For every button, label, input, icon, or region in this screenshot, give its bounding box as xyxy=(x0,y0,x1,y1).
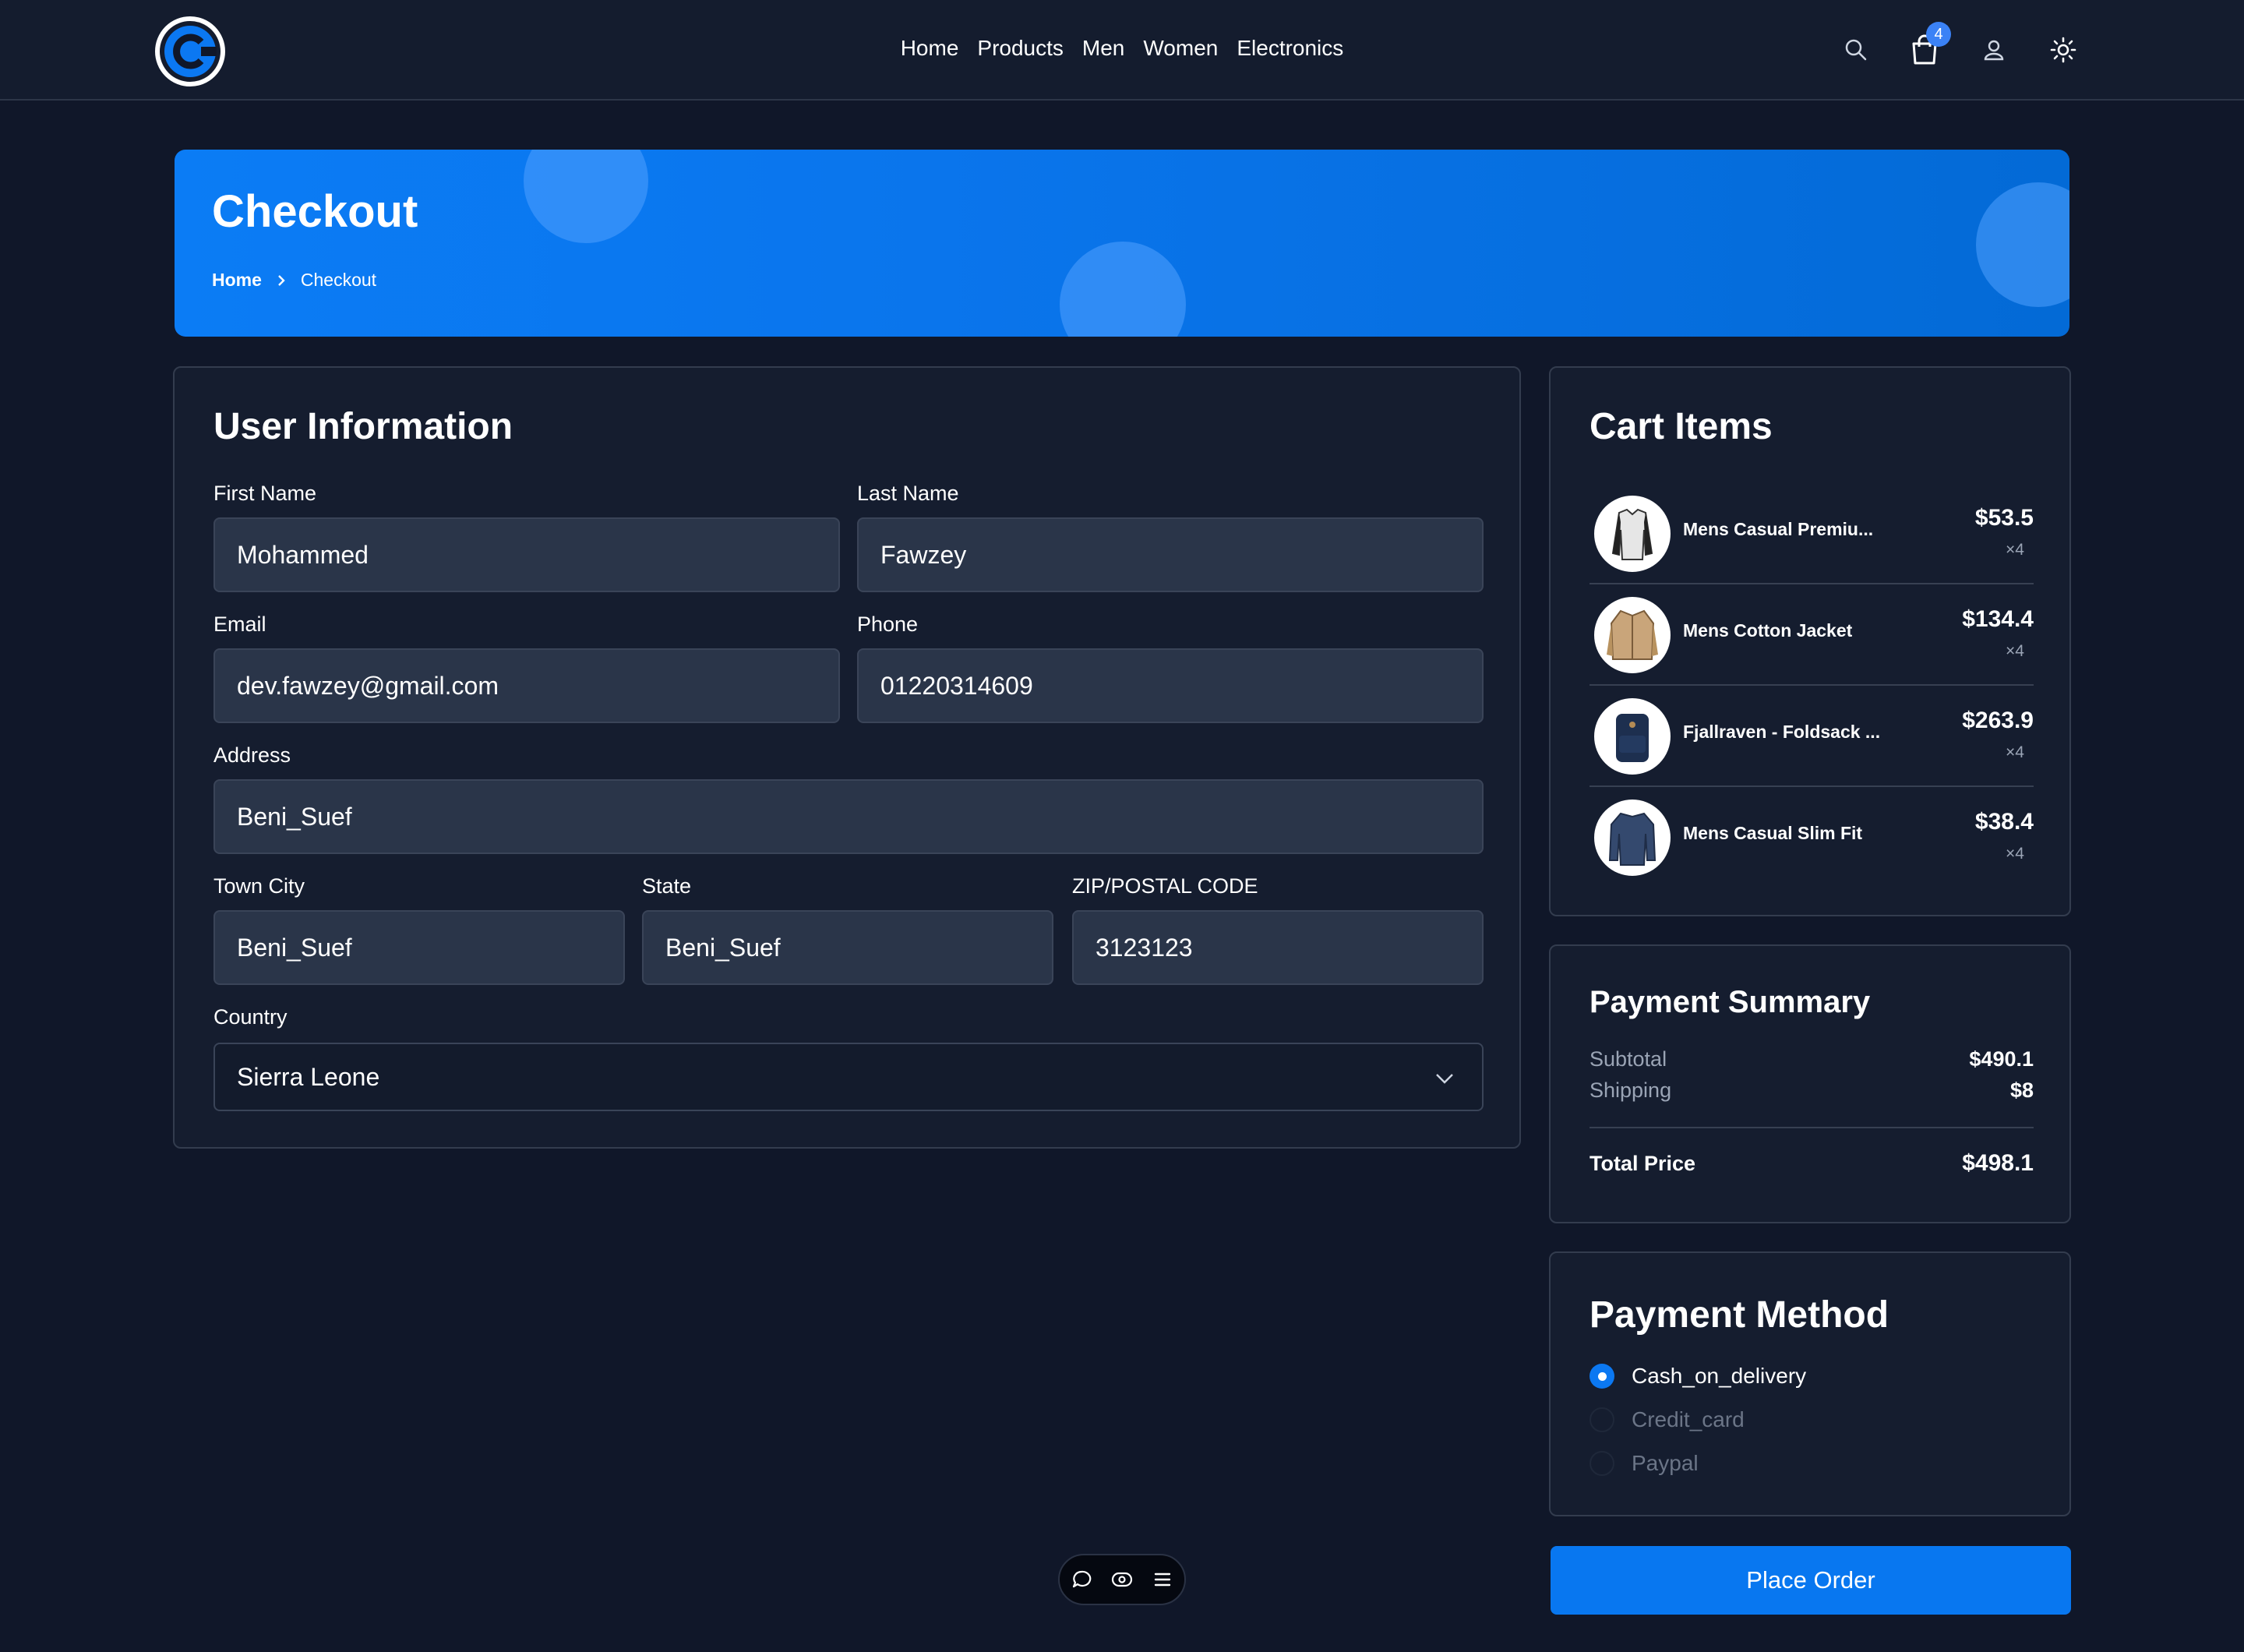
first-name-label: First Name xyxy=(213,482,317,505)
item-name: Mens Casual Premiu... xyxy=(1683,519,1874,539)
zip-input[interactable] xyxy=(1072,910,1484,985)
item-name: Mens Cotton Jacket xyxy=(1683,620,1853,641)
payment-option-paypal[interactable]: Paypal xyxy=(1590,1448,1699,1479)
place-order-button[interactable]: Place Order xyxy=(1551,1546,2071,1615)
item-price: $134.4 xyxy=(1962,606,2034,632)
total-value: $498.1 xyxy=(1962,1150,2034,1176)
section-title: User Information xyxy=(213,406,513,447)
email-label: Email xyxy=(213,612,266,636)
nav-home[interactable]: Home xyxy=(901,31,959,65)
section-title: Cart Items xyxy=(1590,406,1773,447)
breadcrumb: Home Checkout xyxy=(212,270,376,291)
search-icon[interactable] xyxy=(1837,31,1875,69)
payment-option-credit-card[interactable]: Credit_card xyxy=(1590,1404,1745,1435)
menu-icon[interactable] xyxy=(1151,1568,1174,1591)
item-quantity: ×4 xyxy=(2006,743,2024,761)
radio-icon[interactable] xyxy=(1590,1451,1614,1476)
nav-men[interactable]: Men xyxy=(1082,31,1124,65)
section-title: Payment Summary xyxy=(1590,985,1871,1019)
nav-women[interactable]: Women xyxy=(1143,31,1218,65)
chevron-down-icon xyxy=(1436,1074,1453,1084)
chat-icon[interactable] xyxy=(1070,1568,1093,1591)
country-select[interactable]: Sierra Leone xyxy=(213,1043,1484,1111)
item-name: Mens Casual Slim Fit xyxy=(1683,823,1863,843)
option-label: Credit_card xyxy=(1632,1407,1745,1431)
page-title: Checkout xyxy=(212,186,418,237)
nav-electronics[interactable]: Electronics xyxy=(1237,31,1343,65)
user-icon[interactable] xyxy=(1975,31,2013,69)
eye-icon[interactable] xyxy=(1110,1568,1134,1591)
sun-icon[interactable] xyxy=(2045,31,2082,69)
address-label: Address xyxy=(213,743,291,767)
address-input[interactable] xyxy=(213,779,1484,854)
town-city-label: Town City xyxy=(213,874,305,898)
floating-toolbar xyxy=(1058,1554,1186,1605)
last-name-label: Last Name xyxy=(857,482,959,505)
product-thumbnail xyxy=(1594,800,1671,876)
cart-item[interactable]: Mens Casual Premiu... $53.5 ×4 xyxy=(1590,483,2034,584)
divider xyxy=(1590,1127,2034,1128)
subtotal-label: Subtotal xyxy=(1590,1047,1667,1071)
subtotal-value: $490.1 xyxy=(1969,1047,2034,1071)
state-label: State xyxy=(642,874,692,898)
shipping-row: Shipping $8 xyxy=(1590,1078,2034,1103)
top-navbar: Home Products Men Women Electronics 4 xyxy=(0,0,2244,101)
phone-label: Phone xyxy=(857,612,919,636)
first-name-input[interactable] xyxy=(213,517,840,592)
option-label: Cash_on_delivery xyxy=(1632,1364,1807,1388)
checkout-banner: Checkout Home Checkout xyxy=(175,150,2069,337)
country-value: Sierra Leone xyxy=(237,1063,380,1091)
phone-input[interactable] xyxy=(857,648,1484,723)
breadcrumb-current: Checkout xyxy=(300,270,377,290)
decor-bubble xyxy=(524,150,648,243)
town-city-input[interactable] xyxy=(213,910,625,985)
product-thumbnail xyxy=(1594,496,1671,572)
shipping-value: $8 xyxy=(2009,1078,2034,1102)
item-price: $263.9 xyxy=(1962,708,2034,733)
decor-bubble xyxy=(1060,242,1186,337)
payment-summary-card: Payment Summary Subtotal $490.1 Shipping… xyxy=(1549,944,2071,1223)
user-information-card: User Information First Name Last Name Em… xyxy=(173,366,1521,1149)
item-quantity: ×4 xyxy=(2006,541,2024,559)
breadcrumb-home[interactable]: Home xyxy=(212,270,262,291)
nav-products[interactable]: Products xyxy=(977,31,1064,65)
email-input[interactable] xyxy=(213,648,840,723)
shipping-label: Shipping xyxy=(1590,1078,1672,1102)
product-thumbnail xyxy=(1594,698,1671,775)
cart-items-card: Cart Items Mens Casual Premiu... $53.5 ×… xyxy=(1549,366,2071,916)
item-quantity: ×4 xyxy=(2006,642,2024,660)
cart-item[interactable]: Fjallraven - Foldsack ... $263.9 ×4 xyxy=(1590,686,2034,787)
product-thumbnail xyxy=(1594,597,1671,673)
cart-item[interactable]: Mens Cotton Jacket $134.4 ×4 xyxy=(1590,584,2034,686)
total-row: Total Price $498.1 xyxy=(1590,1150,2034,1176)
item-name: Fjallraven - Foldsack ... xyxy=(1683,722,1881,742)
section-title: Payment Method xyxy=(1590,1294,1889,1336)
country-label: Country xyxy=(213,1005,288,1029)
decor-bubble xyxy=(1976,182,2069,307)
item-price: $38.4 xyxy=(1974,809,2034,835)
cart-count-badge: 4 xyxy=(1926,22,1951,47)
chevron-right-icon xyxy=(278,274,285,286)
option-label: Paypal xyxy=(1632,1451,1699,1475)
item-price: $53.5 xyxy=(1974,505,2034,531)
cart-button[interactable]: 4 xyxy=(1906,22,1951,69)
state-input[interactable] xyxy=(642,910,1053,985)
last-name-input[interactable] xyxy=(857,517,1484,592)
item-quantity: ×4 xyxy=(2006,845,2024,863)
total-label: Total Price xyxy=(1590,1152,1696,1175)
payment-option-cash[interactable]: Cash_on_delivery xyxy=(1590,1361,1806,1392)
subtotal-row: Subtotal $490.1 xyxy=(1590,1047,2034,1071)
payment-method-card: Payment Method Cash_on_delivery Credit_c… xyxy=(1549,1251,2071,1516)
cart-item[interactable]: Mens Casual Slim Fit $38.4 ×4 xyxy=(1590,787,2034,888)
radio-icon[interactable] xyxy=(1590,1407,1614,1432)
radio-selected-icon[interactable] xyxy=(1590,1364,1614,1389)
zip-label: ZIP/POSTAL CODE xyxy=(1072,874,1258,898)
